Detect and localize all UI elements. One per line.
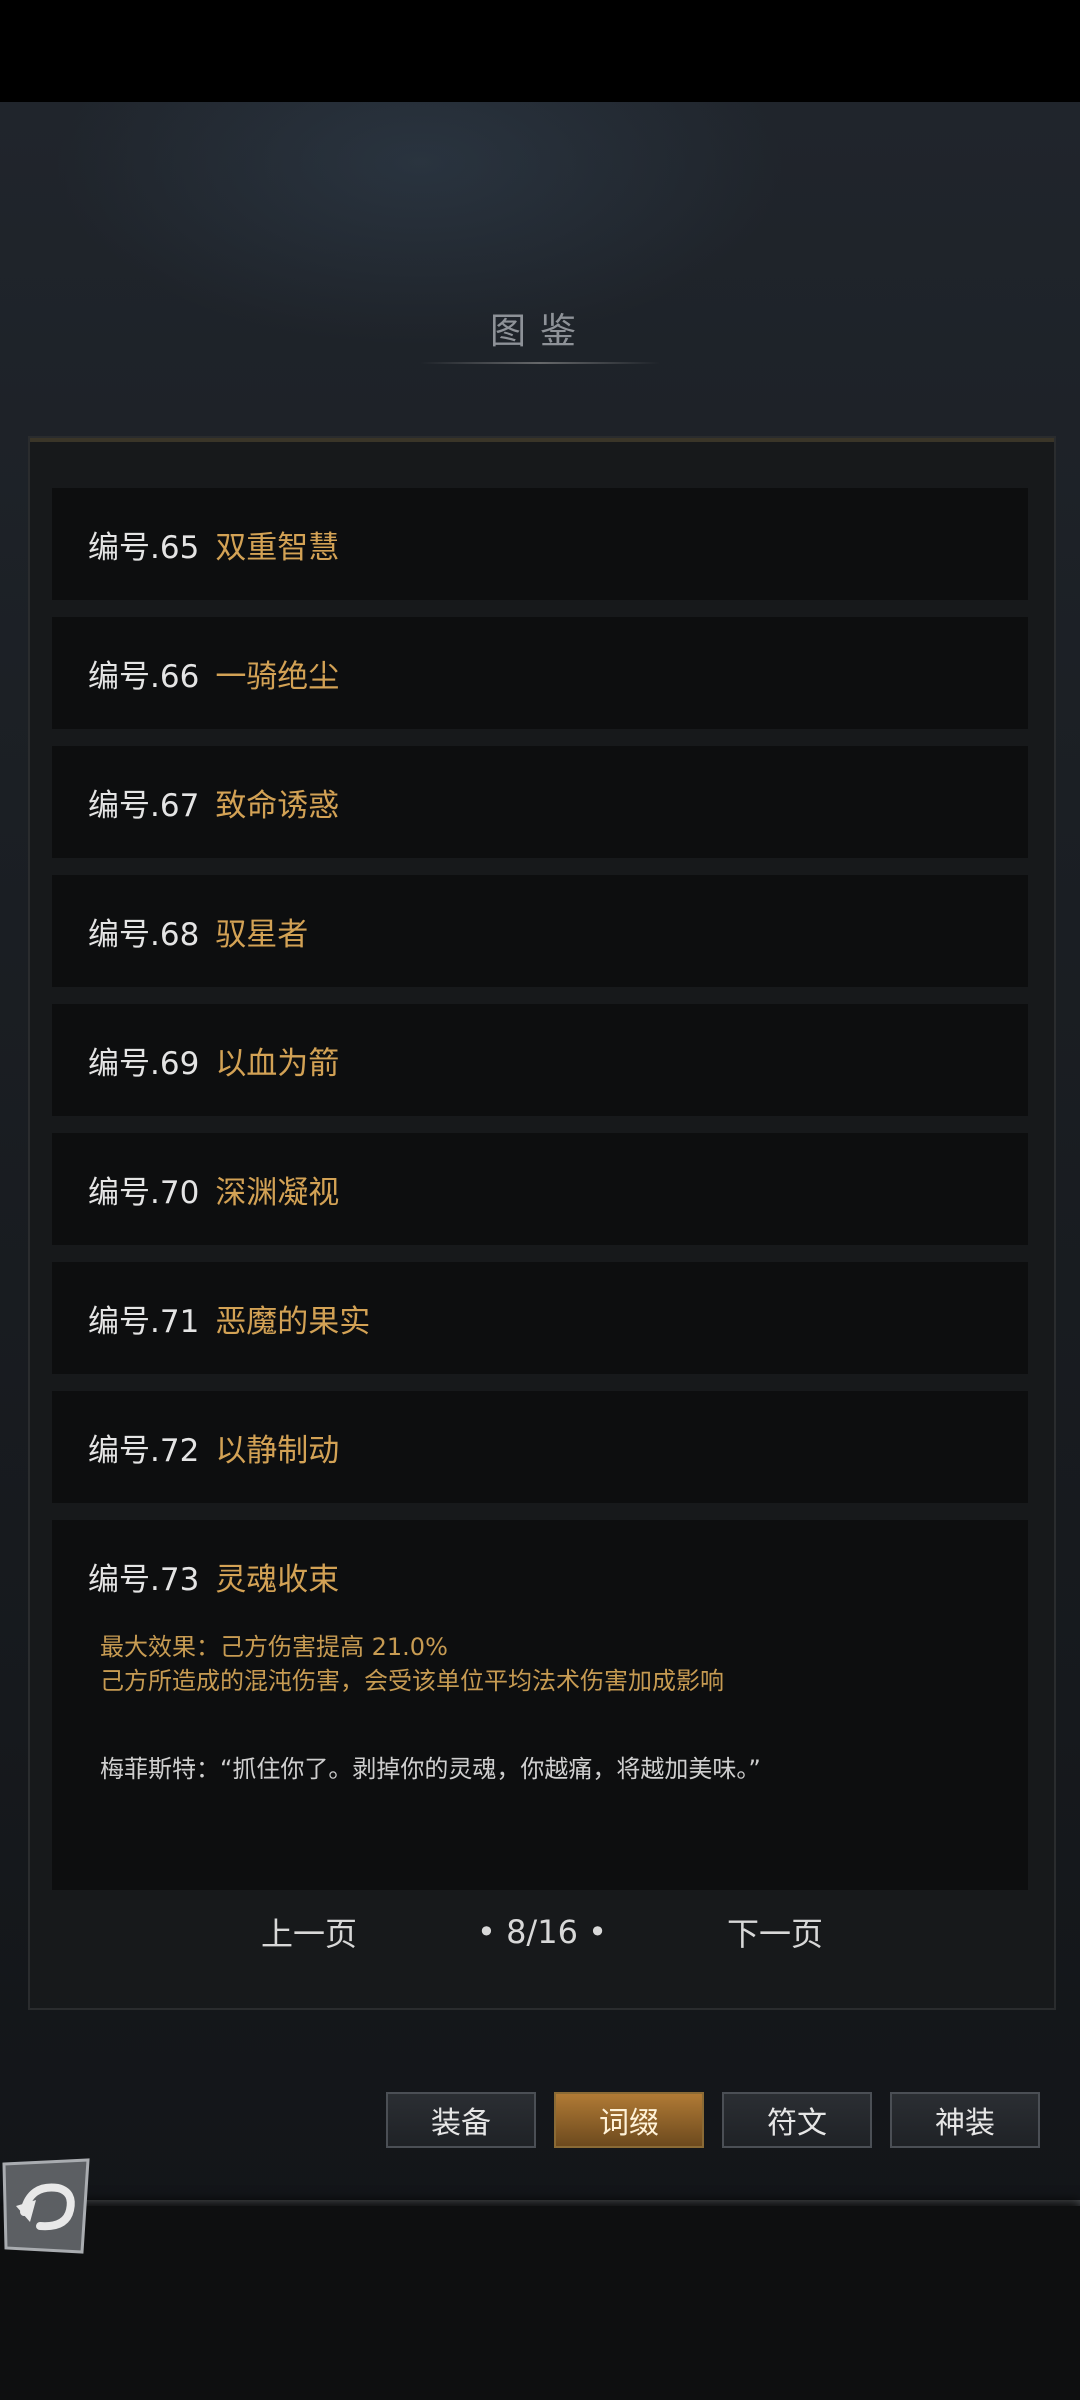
effect-line: 己方所造成的混沌伤害，会受该单位平均法术伤害加成影响 <box>100 1667 724 1695</box>
entry-name: 深渊凝视 <box>215 1174 340 1211</box>
next-page-button[interactable]: 下一页 <box>727 1909 823 1955</box>
entry-number: 编号.68 <box>88 916 200 953</box>
entry-list: 编号.65 双重智慧 编号.66 一骑绝尘 编号.67 致命诱惑 编号.68 驭… <box>52 488 1028 1907</box>
back-arrow-icon <box>2 2158 90 2254</box>
list-item[interactable]: 编号.68 驭星者 <box>52 875 1028 987</box>
effect-line: 最大效果：己方伤害提高 21.0% <box>100 1633 448 1661</box>
back-button[interactable] <box>0 2156 92 2256</box>
page-title: 图鉴 <box>489 311 590 352</box>
page-indicator: • 8/16 • <box>477 1913 607 1951</box>
entry-name: 以血为箭 <box>215 1045 340 1082</box>
entry-number: 编号.65 <box>88 529 200 566</box>
pagination: 上一页 • 8/16 • 下一页 <box>30 1902 1054 1962</box>
flavor-quote: 梅菲斯特：“抓住你了。剥掉你的灵魂，你越痛，将越加美味。” <box>100 1755 761 1783</box>
entry-number: 编号.66 <box>88 658 200 695</box>
list-item[interactable]: 编号.65 双重智慧 <box>52 488 1028 600</box>
title-divider <box>420 362 660 364</box>
list-item[interactable]: 编号.67 致命诱惑 <box>52 746 1028 858</box>
expanded-list-item[interactable]: 编号.73 灵魂收束 最大效果：己方伤害提高 21.0% 己方所造成的混沌伤害，… <box>52 1520 1028 1890</box>
entry-number: 编号.71 <box>88 1303 200 1340</box>
entry-name: 恶魔的果实 <box>215 1303 371 1340</box>
entry-number: 编号.70 <box>88 1174 200 1211</box>
entry-number: 编号.69 <box>88 1045 200 1082</box>
effect-description: 最大效果：己方伤害提高 21.0% 己方所造成的混沌伤害，会受该单位平均法术伤害… <box>100 1630 1028 1698</box>
prev-page-button[interactable]: 上一页 <box>261 1909 357 1955</box>
tab-divine-gear[interactable]: 神装 <box>890 2092 1040 2148</box>
entry-number: 编号.72 <box>88 1432 200 1469</box>
codex-panel: 编号.65 双重智慧 编号.66 一骑绝尘 编号.67 致命诱惑 编号.68 驭… <box>28 436 1056 2010</box>
entry-name: 灵魂收束 <box>215 1561 340 1598</box>
list-item[interactable]: 编号.70 深渊凝视 <box>52 1133 1028 1245</box>
list-item[interactable]: 编号.69 以血为箭 <box>52 1004 1028 1116</box>
entry-name: 致命诱惑 <box>215 787 340 824</box>
status-bar <box>0 0 1080 102</box>
list-item[interactable]: 编号.66 一骑绝尘 <box>52 617 1028 729</box>
entry-name: 驭星者 <box>215 916 309 953</box>
tab-rune[interactable]: 符文 <box>722 2092 872 2148</box>
expanded-item-header: 编号.73 灵魂收束 <box>88 1556 1028 1598</box>
entry-name: 以静制动 <box>215 1432 340 1469</box>
list-item[interactable]: 编号.72 以静制动 <box>52 1391 1028 1503</box>
entry-number: 编号.73 <box>88 1561 200 1598</box>
entry-number: 编号.67 <box>88 787 200 824</box>
category-tabs: 装备 词缀 符文 神装 <box>386 2092 1058 2148</box>
tab-equipment[interactable]: 装备 <box>386 2092 536 2148</box>
list-item[interactable]: 编号.71 恶魔的果实 <box>52 1262 1028 1374</box>
tab-affix[interactable]: 词缀 <box>554 2092 704 2148</box>
ground <box>0 2206 1080 2400</box>
entry-name: 双重智慧 <box>215 529 340 566</box>
entry-name: 一骑绝尘 <box>215 658 340 695</box>
